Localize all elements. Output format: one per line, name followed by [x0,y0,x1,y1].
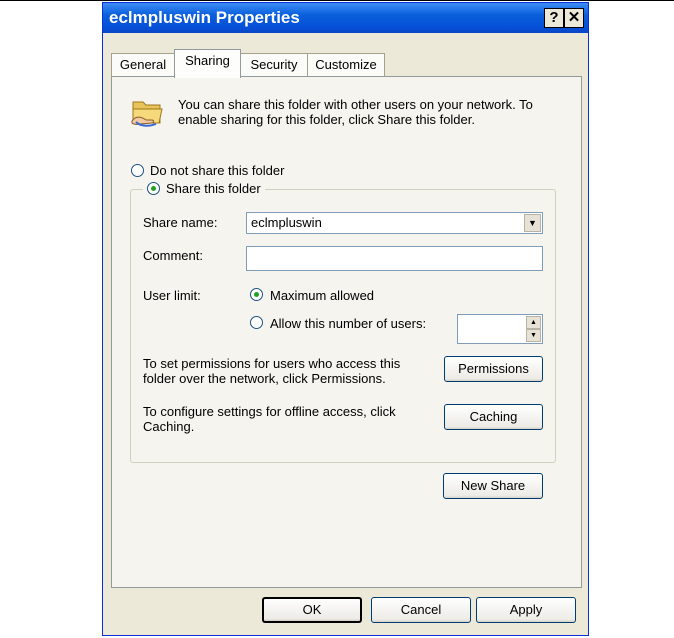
radio-maximum-allowed[interactable] [250,288,263,301]
maximum-allowed-label[interactable]: Maximum allowed [270,288,374,303]
tab-sharing[interactable]: Sharing [174,49,241,78]
apply-button[interactable]: Apply [476,597,576,623]
share-legend: Share this folder [143,181,265,196]
ok-button[interactable]: OK [262,597,362,623]
sharing-intro-text: You can share this folder with other use… [178,97,533,127]
comment-field[interactable] [246,246,543,271]
cancel-button[interactable]: Cancel [371,597,471,623]
new-share-button[interactable]: New Share [443,473,543,499]
caching-text: To configure settings for offline access… [143,404,396,434]
allow-number-label[interactable]: Allow this number of users: [270,316,426,331]
user-count-spinner[interactable]: ▲ ▼ [457,314,543,344]
spin-up-icon[interactable]: ▲ [526,316,541,329]
tab-security[interactable]: Security [240,53,308,77]
do-not-share-label[interactable]: Do not share this folder [150,163,284,178]
share-name-combo[interactable]: eclmpluswin ▼ [246,212,543,234]
properties-dialog: eclmpluswin Properties ? ✕ General Shari… [102,2,589,636]
window-title: eclmpluswin Properties [109,8,300,27]
share-name-label: Share name: [143,215,218,230]
tab-general[interactable]: General [111,53,175,77]
radio-do-not-share[interactable] [131,164,144,177]
caching-button[interactable]: Caching [444,404,543,430]
share-groupbox: Share this folder Share name: eclmpluswi… [130,181,556,463]
title-bar[interactable]: eclmpluswin Properties ? ✕ [103,3,588,33]
tab-customize[interactable]: Customize [307,53,385,77]
close-button[interactable]: ✕ [564,8,584,28]
user-limit-label: User limit: [143,288,201,303]
comment-label: Comment: [143,248,203,263]
share-this-folder-label[interactable]: Share this folder [166,181,261,196]
permissions-button[interactable]: Permissions [444,356,543,382]
permissions-text: To set permissions for users who access … [143,356,401,386]
dropdown-arrow-icon[interactable]: ▼ [524,214,541,232]
shared-folder-icon [131,101,163,127]
sharing-panel: You can share this folder with other use… [111,76,582,588]
radio-share[interactable] [147,182,160,195]
spinner-buttons: ▲ ▼ [526,316,541,342]
radio-allow-number[interactable] [250,316,263,329]
help-button[interactable]: ? [544,8,564,28]
share-name-value: eclmpluswin [251,215,322,230]
spin-down-icon[interactable]: ▼ [526,329,541,342]
top-divider [0,0,674,1]
